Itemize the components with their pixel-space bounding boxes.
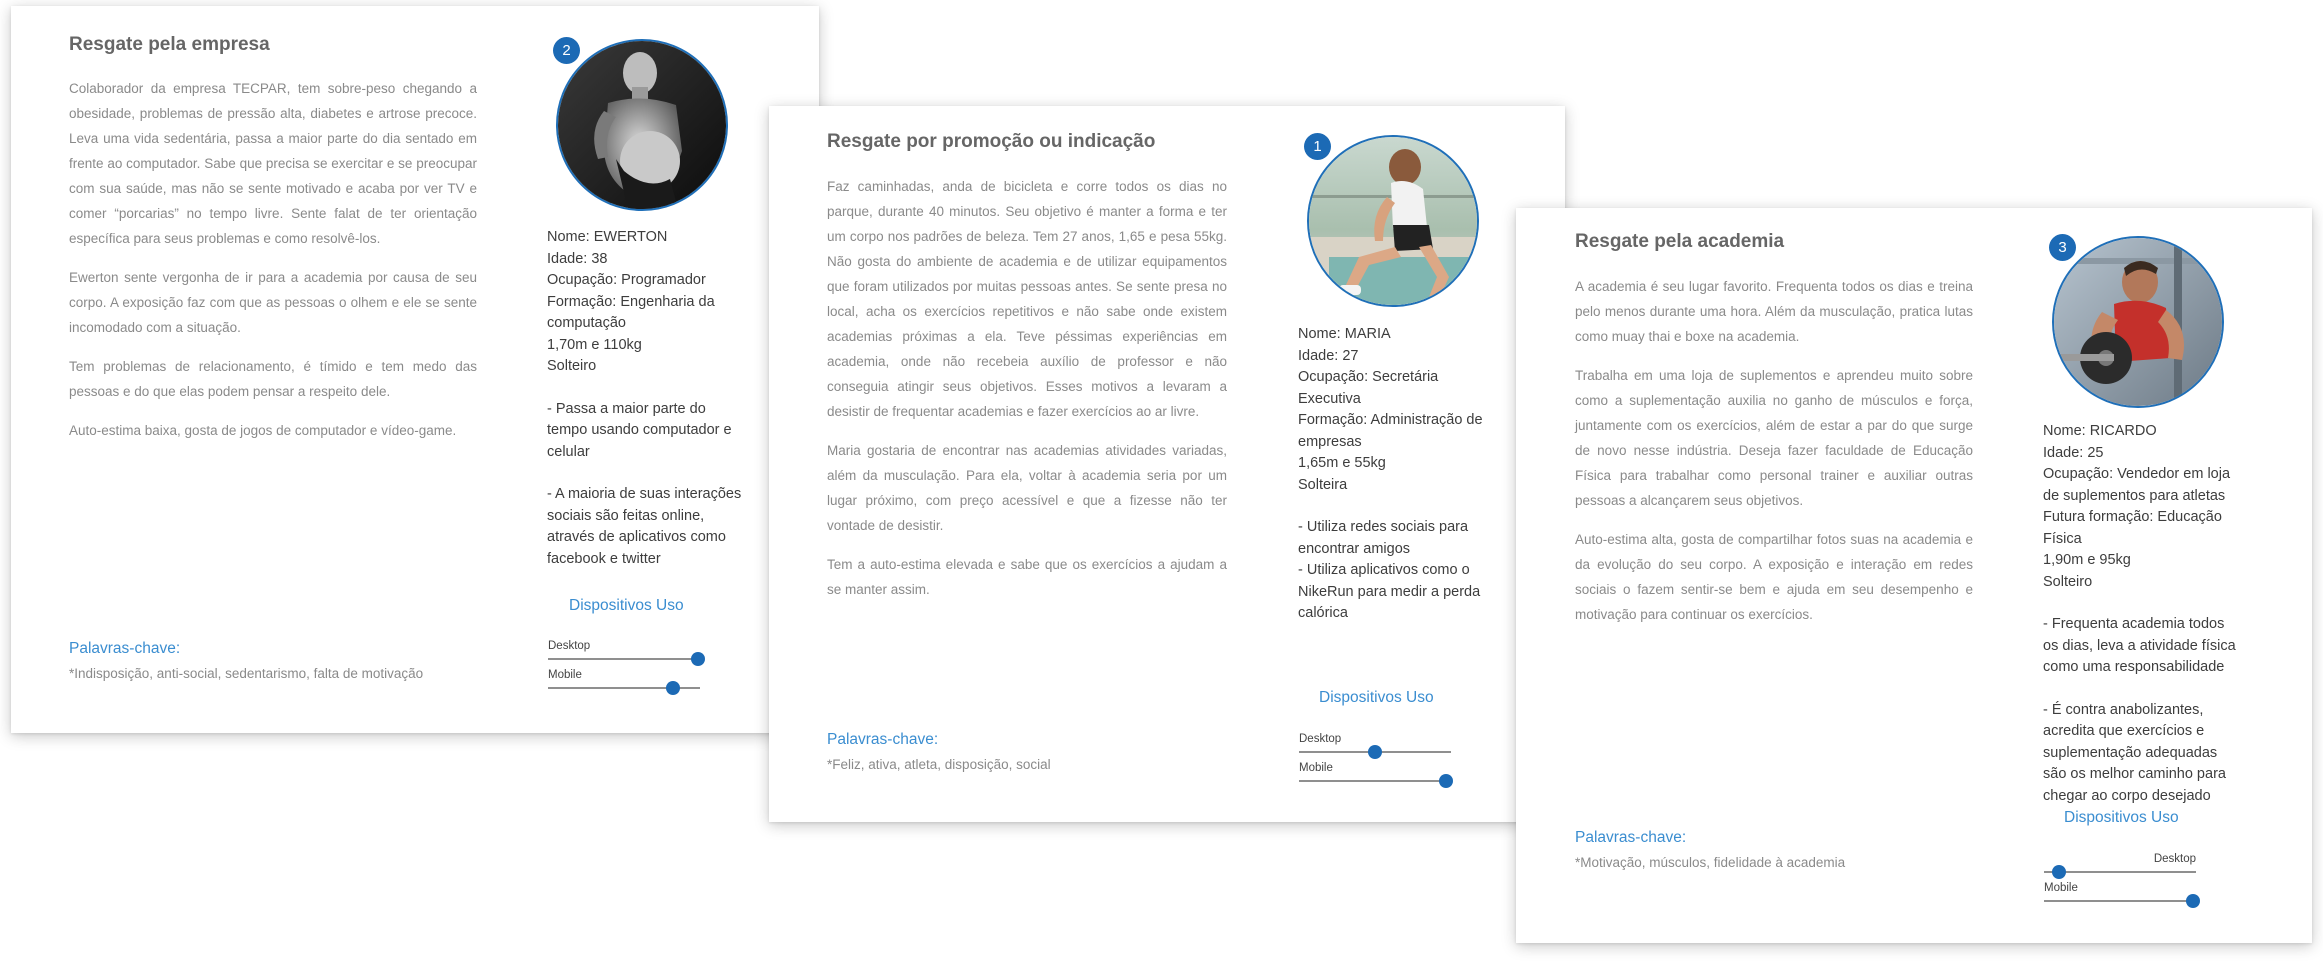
device-slider-desktop[interactable]: Desktop: [2044, 853, 2196, 879]
persona-note: - Utiliza redes sociais para encontrar a…: [1298, 519, 1469, 557]
keywords-text: *Indisposição, anti-social, sedentarismo…: [69, 666, 424, 681]
description-paragraph: Auto-estima baixa, gosta de jogos de com…: [69, 423, 457, 438]
device-label: Mobile: [1299, 762, 1333, 774]
persona-occupation: Ocupação: Programador: [547, 272, 706, 288]
devices-title: Dispositivos Uso: [1319, 689, 1434, 706]
description-paragraph: Ewerton sente vergonha de ir para a acad…: [69, 270, 477, 335]
description-paragraph: Faz caminhadas, anda de bicicleta e corr…: [827, 179, 1227, 419]
persona-body-measures: 1,90m e 95kg: [2043, 552, 2131, 568]
persona-note: - É contra anabolizantes, acredita que e…: [2043, 701, 2226, 804]
keywords-text: *Motivação, músculos, fidelidade à acade…: [1575, 855, 1846, 870]
persona-education: Formação: Engenharia da computação: [547, 293, 715, 332]
persona-marital-status: Solteiro: [2043, 573, 2093, 590]
persona-card-maria: Resgate por promoção ou indicação Faz ca…: [769, 106, 1565, 822]
keywords-label: Palavras-chave:: [1575, 829, 1687, 846]
persona-note: - Utiliza aplicativos como o NikeRun par…: [1298, 562, 1481, 621]
description-paragraph: A academia é seu lugar favorito. Frequen…: [1575, 279, 1973, 344]
avatar: [1307, 135, 1479, 307]
description-paragraph: Auto-estima alta, gosta de compartilhar …: [1575, 532, 1973, 622]
keywords-text: *Feliz, ativa, atleta, disposição, socia…: [827, 757, 1051, 772]
slider-track: [2044, 900, 2196, 902]
photo-man-gym: [2054, 238, 2222, 406]
persona-title: Resgate pela academia: [1575, 231, 1785, 252]
devices-title: Dispositivos Uso: [2064, 809, 2179, 826]
persona-description: Faz caminhadas, anda de bicicleta e corr…: [827, 174, 1227, 616]
slider-handle[interactable]: [2185, 894, 2200, 908]
avatar: [2052, 236, 2224, 408]
device-label: Desktop: [1299, 733, 1342, 745]
persona-name: Nome: EWERTON: [547, 229, 668, 245]
persona-info: Nome: MARIA Idade: 27 Ocupação: Secretár…: [1298, 324, 1494, 625]
avatar: [556, 39, 728, 211]
persona-photo: 1: [1304, 133, 1479, 307]
device-slider-mobile[interactable]: Mobile: [548, 669, 700, 695]
device-label: Mobile: [2044, 882, 2078, 894]
persona-age: Idade: 27: [1298, 347, 1359, 364]
persona-note: - Passa a maior parte do tempo usando co…: [547, 400, 732, 460]
slider-handle[interactable]: [2052, 865, 2067, 879]
description-paragraph: Maria gostaria de encontrar nas academia…: [827, 443, 1227, 533]
device-slider-desktop[interactable]: Desktop: [1299, 733, 1451, 759]
photo-woman-runner: [1309, 137, 1477, 305]
persona-body-measures: 1,70m e 110kg: [547, 336, 642, 353]
persona-number-badge: 2: [553, 37, 580, 64]
persona-photo: 3: [2049, 234, 2224, 408]
persona-number-badge: 1: [1304, 133, 1331, 160]
persona-occupation: Ocupação: Vendedor em loja de suplemento…: [2043, 466, 2231, 504]
persona-title: Resgate por promoção ou indicação: [827, 131, 1156, 152]
devices-title: Dispositivos Uso: [569, 597, 684, 614]
device-slider-desktop[interactable]: Desktop: [548, 640, 706, 666]
persona-age: Idade: 25: [2043, 444, 2104, 461]
persona-marital-status: Solteiro: [547, 358, 597, 374]
slider-track: [2044, 871, 2196, 873]
persona-title: Resgate pela empresa: [69, 34, 270, 55]
slider-handle[interactable]: [691, 652, 706, 666]
persona-number-badge: 3: [2049, 234, 2076, 261]
slider-track: [548, 658, 700, 660]
persona-name: Nome: MARIA: [1298, 326, 1391, 342]
persona-marital-status: Solteira: [1298, 476, 1348, 493]
description-paragraph: Tem a auto-estima elevada e sabe que os …: [827, 557, 1227, 597]
persona-note: - A maioria de suas interações sociais s…: [547, 486, 742, 567]
persona-card-ewerton: Resgate pela empresa Colaborador da empr…: [11, 6, 819, 733]
persona-description: A academia é seu lugar favorito. Frequen…: [1575, 274, 1973, 641]
persona-body-measures: 1,65m e 55kg: [1298, 455, 1386, 471]
persona-occupation: Ocupação: Secretária Executiva: [1298, 369, 1439, 407]
device-label: Desktop: [2153, 853, 2196, 865]
persona-name: Nome: RICARDO: [2043, 423, 2157, 439]
persona-info: Nome: RICARDO Idade: 25 Ocupação: Vended…: [2043, 421, 2243, 807]
slider-handle[interactable]: [1439, 774, 1454, 788]
slider-handle[interactable]: [665, 681, 680, 695]
persona-education: Futura formação: Educação Física: [2043, 509, 2222, 547]
persona-description: Colaborador da empresa TECPAR, tem sobre…: [69, 76, 477, 457]
slider-handle[interactable]: [1368, 745, 1382, 759]
persona-info: Nome: EWERTON Idade: 38 Ocupação: Progra…: [547, 227, 743, 570]
device-slider-mobile[interactable]: Mobile: [1299, 762, 1454, 788]
persona-age: Idade: 38: [547, 250, 608, 267]
slider-track: [1299, 780, 1451, 782]
description-paragraph: Tem problemas de relacionamento, é tímid…: [69, 359, 477, 399]
persona-note: - Frequenta academia todos os dias, leva…: [2043, 616, 2236, 675]
device-slider-mobile[interactable]: Mobile: [2044, 882, 2200, 908]
photo-man-bw: [558, 41, 726, 209]
persona-education: Formação: Administração de empresas: [1298, 412, 1483, 450]
description-paragraph: Trabalha em uma loja de suplementos e ap…: [1575, 368, 1973, 508]
device-label: Desktop: [548, 640, 591, 652]
keywords-label: Palavras-chave:: [69, 640, 181, 657]
keywords-label: Palavras-chave:: [827, 731, 939, 748]
persona-photo: 2: [553, 37, 728, 211]
description-paragraph: Colaborador da empresa TECPAR, tem sobre…: [69, 81, 477, 246]
persona-card-ricardo: Resgate pela academia A academia é seu l…: [1516, 208, 2312, 943]
device-label: Mobile: [548, 669, 582, 681]
